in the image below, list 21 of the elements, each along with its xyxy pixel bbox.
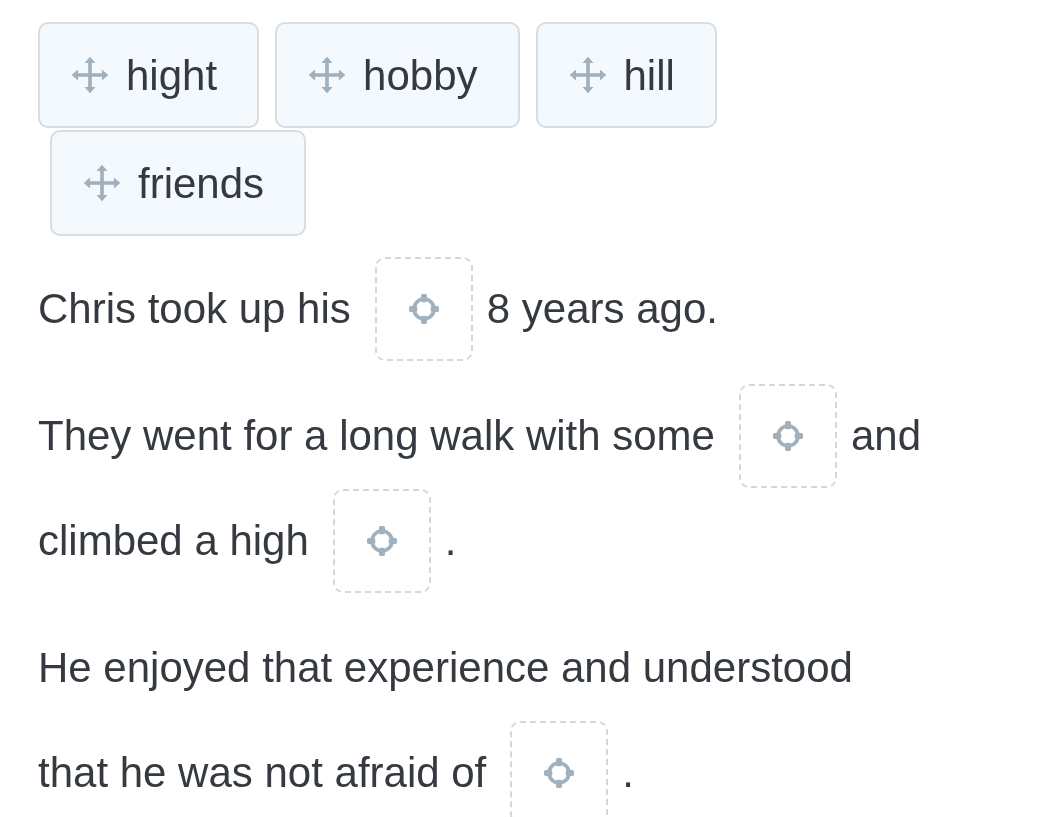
drop-zone[interactable] — [374, 256, 473, 361]
sentence-text: . — [622, 748, 634, 798]
sentence-text: that he was not afraid of — [38, 748, 487, 798]
sentence-text: They went for a long walk with some — [38, 411, 715, 461]
sentence-text: . — [444, 516, 457, 566]
drop-zone[interactable] — [510, 720, 609, 817]
tile-word: hight — [126, 50, 218, 101]
word-tile[interactable]: hill — [535, 22, 717, 128]
tile-word: hill — [623, 50, 675, 101]
word-tile[interactable]: friends — [50, 130, 307, 236]
drop-zone[interactable] — [738, 383, 837, 488]
sentence-text: Chris took up his — [38, 284, 351, 334]
tile-word: hobby — [363, 50, 478, 101]
sentence-text: and — [850, 411, 922, 461]
sentence-text: 8 years ago. — [486, 284, 718, 334]
drop-zone[interactable] — [332, 488, 431, 593]
word-tile[interactable]: hight — [38, 22, 260, 128]
tile-word: friends — [138, 158, 265, 209]
sentence-text: climbed a high — [38, 516, 309, 566]
sentence-text: He enjoyed that experience and understood — [38, 643, 853, 693]
word-tile[interactable]: hobby — [275, 22, 520, 128]
